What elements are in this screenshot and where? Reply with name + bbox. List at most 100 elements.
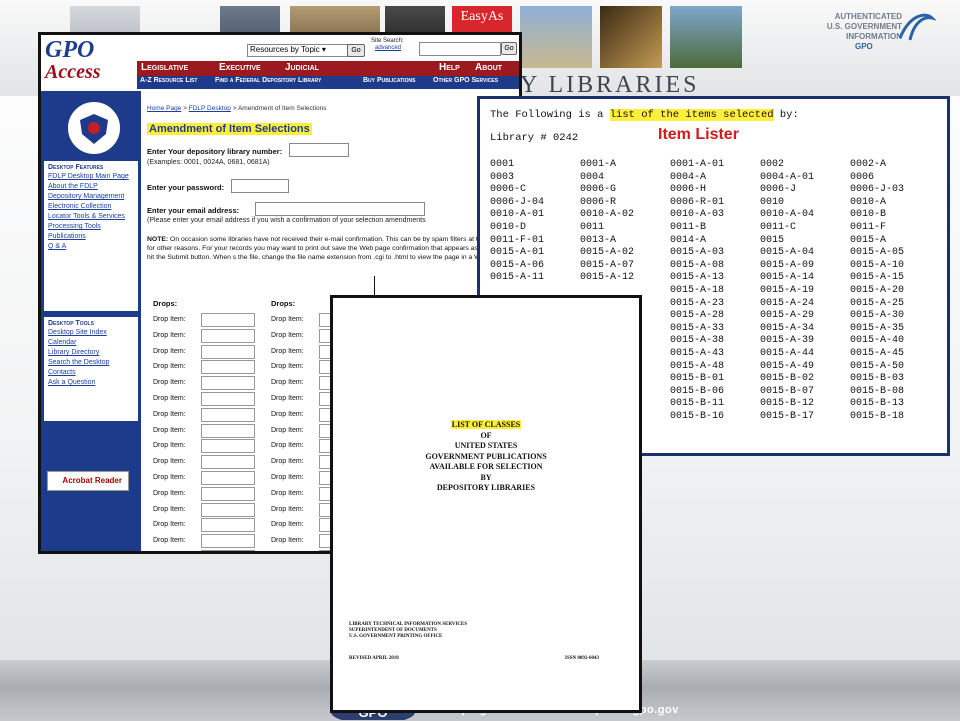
nav-help[interactable]: Help — [439, 62, 460, 73]
drop-item-input[interactable] — [201, 518, 255, 533]
drop-item-input[interactable] — [201, 392, 255, 406]
item-cell: 0015-B-07 — [760, 385, 815, 397]
sidebar-link-depository-management[interactable]: Depository Management — [48, 193, 138, 201]
drop-item-input[interactable] — [201, 455, 255, 470]
item-cell: 0015-A-28 — [670, 310, 725, 322]
intro-suffix: by: — [773, 109, 799, 121]
nav-other-gpo-services[interactable]: Other GPO Services — [433, 77, 498, 84]
item-lister-intro: The Following is a list of the items sel… — [490, 109, 799, 121]
drop-item-row: Drop Item: — [153, 360, 263, 375]
sidebar-link-locator-tools[interactable]: Locator Tools & Services — [48, 213, 138, 221]
breadcrumb-home-link[interactable]: Home Page — [147, 105, 181, 112]
sidebar-link-processing-tools[interactable]: Processing Tools — [48, 223, 138, 231]
sidebar-link-search-desktop[interactable]: Search the Desktop — [48, 359, 138, 367]
drops-heading-right: Drops: — [271, 299, 296, 308]
item-cell: 0010-A-04 — [760, 209, 815, 221]
sidebar-link-ask-question[interactable]: Ask a Question — [48, 379, 138, 387]
item-cell: 0015-A-33 — [670, 322, 725, 334]
resources-by-topic-select[interactable]: Resources by Topic ▾ — [247, 44, 349, 57]
drop-item-label: Drop Item: — [271, 458, 304, 466]
sidebar-link-library-directory[interactable]: Library Directory — [48, 349, 138, 357]
drop-item-input[interactable] — [201, 313, 255, 327]
drop-item-input[interactable] — [201, 486, 255, 501]
drop-item-input[interactable] — [201, 534, 255, 549]
drop-item-input[interactable] — [201, 328, 255, 343]
item-cell: 0013-A — [580, 234, 617, 246]
classes-title-line: OF — [480, 430, 492, 440]
drop-item-input[interactable] — [201, 550, 255, 551]
item-cell: 0015-B-13 — [850, 398, 905, 410]
breadcrumb-desktop-link[interactable]: FDLP Desktop — [189, 105, 231, 112]
nav-executive[interactable]: Executive — [219, 62, 261, 73]
drop-item-label: Drop Item: — [153, 458, 186, 466]
item-cell: 0015-A-19 — [760, 284, 815, 296]
nav-judicial[interactable]: Judicial — [285, 62, 319, 73]
drop-item-label: Drop Item: — [153, 363, 186, 371]
item-cell: 0006-C — [490, 184, 527, 196]
item-cell: 0015-A-10 — [850, 259, 905, 271]
drop-item-label: Drop Item: — [271, 442, 304, 450]
drop-item-input[interactable] — [201, 360, 255, 375]
branch-nav-bar: Legislative Executive Judicial Help Abou… — [137, 61, 519, 76]
sidebar-link-fdlp-desktop[interactable]: FDLP Desktop Main Page — [48, 173, 138, 181]
sidebar-link-publications[interactable]: Publications — [48, 233, 138, 241]
item-cell: 0015-A-24 — [760, 297, 815, 309]
item-cell: 0015-A-08 — [670, 259, 725, 271]
drop-item-input[interactable] — [201, 471, 255, 485]
nav-az-resource-list[interactable]: A-Z Resource List — [140, 77, 197, 84]
item-cell: 0015-A-12 — [580, 272, 635, 284]
sidebar-link-calendar[interactable]: Calendar — [48, 339, 138, 347]
banner-photo-whitehouse — [670, 6, 742, 68]
sidebar-link-site-index[interactable]: Desktop Site Index — [48, 329, 138, 337]
password-input[interactable] — [231, 179, 289, 193]
desktop-features-title: Desktop Features — [48, 164, 104, 171]
drop-item-input[interactable] — [201, 344, 255, 359]
site-search-go-button[interactable]: Go — [501, 42, 517, 55]
classes-title-line: DEPOSITORY LIBRARIES — [436, 483, 536, 492]
library-number-input[interactable] — [289, 143, 349, 157]
get-acrobat-reader-badge[interactable]: Acrobat Reader — [47, 471, 129, 491]
item-cell: 0015-A-25 — [850, 297, 905, 309]
topic-go-button[interactable]: Go — [347, 44, 365, 57]
issn-number: ISSN 0092-6043 — [565, 656, 600, 661]
drop-item-label: Drop Item: — [153, 505, 186, 513]
advanced-search-link[interactable]: advanced — [375, 45, 401, 51]
item-cell: 0010-A — [850, 196, 887, 208]
sidebar-link-electronic-collection[interactable]: Electronic Collection — [48, 203, 138, 211]
drop-item-row: Drop Item: — [153, 550, 263, 551]
item-cell: 0015-B-08 — [850, 385, 905, 397]
item-cell: 0015-A-02 — [580, 247, 635, 259]
drop-item-input[interactable] — [201, 423, 255, 438]
drop-item-input[interactable] — [201, 407, 255, 422]
drop-item-input[interactable] — [201, 502, 255, 517]
sidebar-link-qa[interactable]: Q & A — [48, 243, 138, 251]
site-search-input[interactable] — [419, 42, 501, 56]
sidebar-link-about-fdlp[interactable]: About the FDLP — [48, 183, 138, 191]
item-cell: 0002 — [760, 159, 785, 170]
item-cell: 0015-A-23 — [670, 297, 725, 309]
item-cell: 0015-B-16 — [670, 410, 725, 422]
item-cell: 0015-B-03 — [850, 373, 905, 385]
item-cell: 0011-B — [670, 221, 707, 233]
drop-item-label: Drop Item: — [153, 316, 186, 323]
item-cell: 0010-D — [490, 221, 527, 233]
sidebar-link-contacts[interactable]: Contacts — [48, 369, 138, 377]
item-cell: 0011-F-01 — [490, 234, 545, 246]
email-input[interactable] — [255, 202, 425, 216]
gpo-access-logo[interactable]: GPO Access — [45, 38, 101, 83]
item-cell: 0006-G — [580, 184, 617, 196]
nav-legislative[interactable]: Legislative — [141, 62, 188, 73]
nav-buy-publications[interactable]: Buy Publications — [363, 77, 415, 84]
drop-item-input[interactable] — [201, 376, 255, 391]
nav-about[interactable]: About — [475, 62, 502, 73]
item-cell: 0015 — [760, 234, 785, 246]
item-row: 0001 0001-A 0001-A-01 0002 0002-A — [490, 159, 940, 172]
drop-item-input[interactable] — [201, 439, 255, 454]
nav-find-depository-library[interactable]: Find a Federal Depository Library — [215, 77, 321, 84]
item-row: 0011-F-01 0013-A 0014-A 0015 0015-A — [490, 235, 940, 248]
item-row: 0010-D 0011 0011-B 0011-C 0011-F — [490, 222, 940, 235]
drop-item-label: Drop Item: — [271, 489, 304, 497]
item-cell: 0010-A-02 — [580, 209, 635, 221]
item-row: 0015-A-11 0015-A-12 0015-A-13 0015-A-14 0015… — [490, 272, 940, 285]
item-cell: 0015-A — [850, 234, 887, 246]
